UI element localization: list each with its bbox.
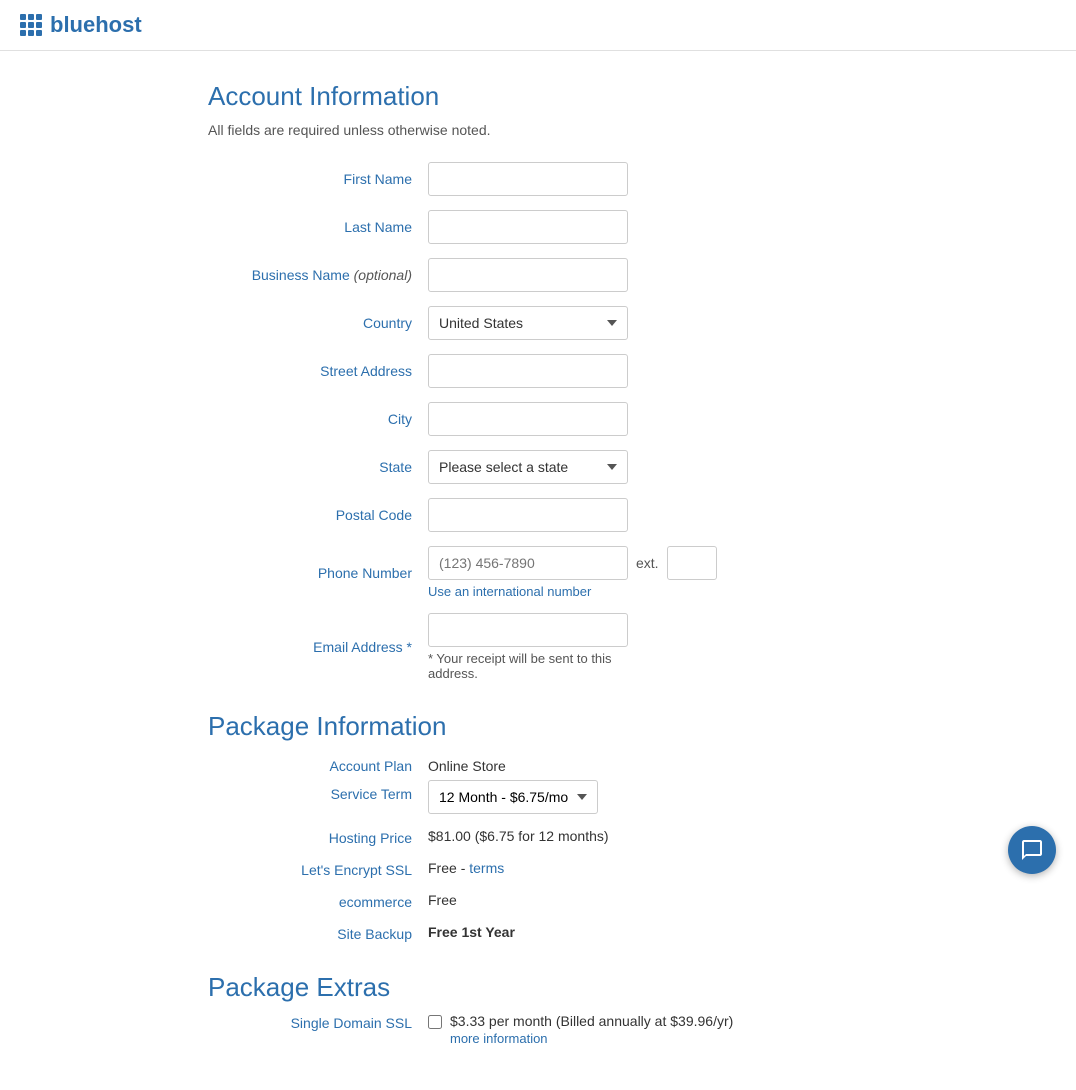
email-group: * Your receipt will be sent to this addr… [428,613,628,681]
first-name-label: First Name [208,171,428,187]
plan-term-labels: Account Plan Service Term [208,752,428,808]
state-row: State Please select a state Alabama Alas… [208,450,868,484]
plan-term-values: Online Store 12 Month - $6.75/mo 24 Mont… [428,752,598,814]
first-name-input[interactable] [428,162,628,196]
country-row: Country United States Canada United King… [208,306,868,340]
header: bluehost [0,0,1076,51]
ssl-value: Free - terms [428,860,504,876]
business-name-label: Business Name (optional) [208,267,428,283]
ext-label: ext. [636,555,659,571]
chat-icon [1020,838,1044,862]
plan-term-row: Account Plan Service Term Online Store 1… [208,752,868,814]
service-term-select[interactable]: 12 Month - $6.75/mo 24 Month - $5.75/mo … [428,780,598,814]
chat-button[interactable] [1008,826,1056,874]
city-label: City [208,411,428,427]
logo-grid-icon [20,14,42,36]
account-info-subtitle: All fields are required unless otherwise… [208,122,868,138]
email-input[interactable] [428,613,628,647]
intl-number-link[interactable]: Use an international number [428,584,717,599]
ecommerce-row: ecommerce Free [208,892,868,910]
single-domain-ssl-label: Single Domain SSL [208,1013,428,1031]
ssl-dash: - [461,860,470,876]
last-name-label: Last Name [208,219,428,235]
ecommerce-value: Free [428,892,457,908]
state-select[interactable]: Please select a state Alabama Alaska Cal… [428,450,628,484]
street-address-label: Street Address [208,363,428,379]
street-address-row: Street Address [208,354,868,388]
ssl-row: Let's Encrypt SSL Free - terms [208,860,868,878]
city-input[interactable] [428,402,628,436]
state-label: State [208,459,428,475]
business-name-input[interactable] [428,258,628,292]
ssl-label: Let's Encrypt SSL [208,860,428,878]
street-address-input[interactable] [428,354,628,388]
country-label: Country [208,315,428,331]
business-name-row: Business Name (optional) [208,258,868,292]
phone-number-label: Phone Number [208,565,428,581]
site-backup-row: Site Backup Free 1st Year [208,924,868,942]
main-content: Account Information All fields are requi… [188,51,888,1090]
account-plan-label: Account Plan [330,752,413,780]
city-row: City [208,402,868,436]
hosting-price-value: $81.00 ($6.75 for 12 months) [428,828,609,844]
last-name-input[interactable] [428,210,628,244]
phone-number-row: Phone Number ext. Use an international n… [208,546,868,599]
account-info-title: Account Information [208,81,868,112]
ecommerce-label: ecommerce [208,892,428,910]
postal-code-row: Postal Code [208,498,868,532]
package-extras-section: Package Extras Single Domain SSL $3.33 p… [208,972,868,1046]
email-label: Email Address * [208,639,428,655]
service-term-label: Service Term [331,780,412,808]
country-select[interactable]: United States Canada United Kingdom [428,306,628,340]
package-info-section: Package Information Account Plan Service… [208,711,868,942]
first-name-row: First Name [208,162,868,196]
hosting-price-row: Hosting Price $81.00 ($6.75 for 12 month… [208,828,868,846]
site-backup-label: Site Backup [208,924,428,942]
postal-code-label: Postal Code [208,507,428,523]
single-domain-ssl-more-info[interactable]: more information [450,1031,733,1046]
last-name-row: Last Name [208,210,868,244]
email-row: Email Address * * Your receipt will be s… [208,613,868,681]
postal-code-input[interactable] [428,498,628,532]
hosting-price-label: Hosting Price [208,828,428,846]
single-domain-ssl-price: $3.33 per month (Billed annually at $39.… [450,1013,733,1029]
site-backup-value: Free 1st Year [428,924,515,940]
account-plan-value: Online Store [428,752,598,780]
single-domain-ssl-row: Single Domain SSL $3.33 per month (Bille… [208,1013,868,1046]
service-term-select-wrapper: 12 Month - $6.75/mo 24 Month - $5.75/mo … [428,780,598,814]
email-note: * Your receipt will be sent to this addr… [428,651,628,681]
single-domain-ssl-content: $3.33 per month (Billed annually at $39.… [428,1013,733,1046]
ext-input[interactable] [667,546,717,580]
single-domain-ssl-text-group: $3.33 per month (Billed annually at $39.… [450,1013,733,1046]
package-info-title: Package Information [208,711,868,742]
package-extras-title: Package Extras [208,972,868,1003]
logo-text: bluehost [50,12,142,38]
phone-group: ext. Use an international number [428,546,717,599]
ssl-terms-link[interactable]: terms [469,860,504,876]
phone-input[interactable] [428,546,628,580]
single-domain-ssl-checkbox[interactable] [428,1015,442,1029]
